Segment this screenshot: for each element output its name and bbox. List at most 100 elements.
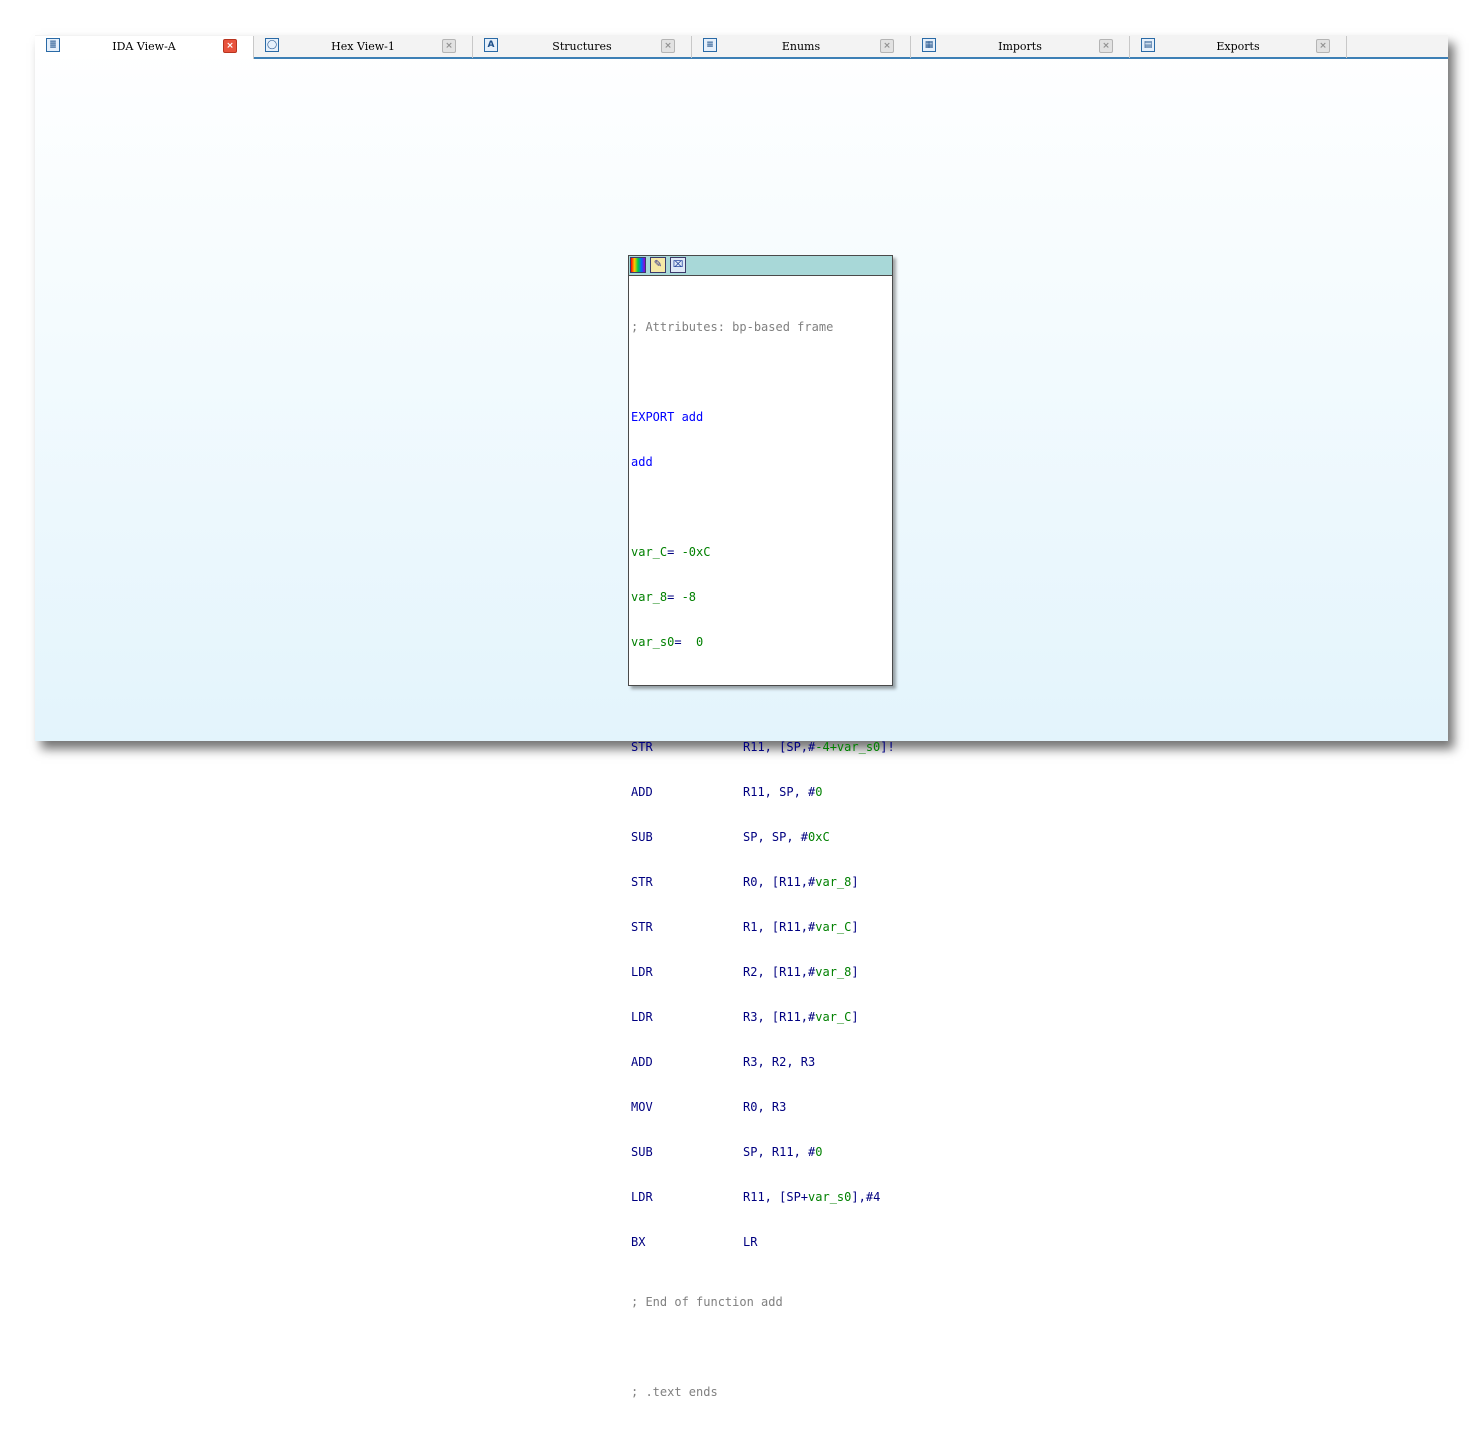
- operand: ]: [851, 965, 859, 979]
- disassembly-listing[interactable]: ; Attributes: bp-based frame EXPORT add …: [631, 290, 895, 1430]
- operand: ],#4: [851, 1190, 881, 1204]
- mnemonic: ADD: [631, 785, 653, 799]
- tab-label: Enums: [781, 40, 821, 53]
- graph-node-add[interactable]: ✎ ⌧ ; Attributes: bp-based frame EXPORT …: [628, 255, 895, 1399]
- mnemonic: SUB: [631, 830, 653, 844]
- operand: LR: [743, 1235, 758, 1249]
- var-sep: =: [667, 545, 682, 559]
- operand-symbol: var_s0: [808, 1190, 852, 1204]
- function-label[interactable]: add: [631, 455, 895, 470]
- tab-label: IDA View-A: [112, 40, 176, 53]
- operand-symbol: var_C: [815, 1010, 852, 1024]
- operand: ]: [851, 920, 859, 934]
- edit-icon[interactable]: ✎: [650, 257, 666, 273]
- tab-hex-view-1[interactable]: ◯ Hex View-1 ×: [254, 36, 473, 58]
- instruction-line[interactable]: SUB SP, SP, #0xC: [631, 830, 895, 845]
- operand-symbol: var_8: [815, 965, 852, 979]
- operand: R3, [R11,#: [743, 1010, 816, 1024]
- tab-structures[interactable]: A Structures ×: [473, 36, 692, 58]
- instruction-line[interactable]: STR R1, [R11,#var_C]: [631, 920, 895, 935]
- var-name: var_C: [631, 545, 668, 559]
- instruction-line[interactable]: BX LR: [631, 1235, 895, 1250]
- ida-main-window: ≣ IDA View-A × ◯ Hex View-1 × A Structur…: [35, 35, 1448, 1399]
- operand: SP, SP, #: [743, 830, 809, 844]
- instruction-line[interactable]: ADD R3, R2, R3: [631, 1055, 895, 1070]
- mnemonic: ADD: [631, 1055, 653, 1069]
- operand-symbol: 0: [815, 1145, 823, 1159]
- var-sep: =: [667, 590, 682, 604]
- operand: R11, SP, #: [743, 785, 816, 799]
- instruction-line[interactable]: MOV R0, R3: [631, 1100, 895, 1115]
- var-name: var_8: [631, 590, 668, 604]
- end-function-comment: ; End of function add: [631, 1295, 783, 1309]
- instruction-line[interactable]: ADD R11, SP, #0: [631, 785, 895, 800]
- stack-var-line[interactable]: var_8= -8: [631, 590, 895, 605]
- instruction-line[interactable]: LDR R2, [R11,#var_8]: [631, 965, 895, 980]
- operand: R11, [SP,#: [743, 740, 816, 754]
- instruction-line[interactable]: SUB SP, R11, #0: [631, 1145, 895, 1160]
- mnemonic: LDR: [631, 1010, 653, 1024]
- attributes-comment: ; Attributes: bp-based frame: [631, 320, 834, 334]
- tab-bar: ≣ IDA View-A × ◯ Hex View-1 × A Structur…: [35, 35, 1448, 59]
- close-icon[interactable]: ×: [661, 39, 675, 53]
- var-value: -0xC: [681, 545, 711, 559]
- var-value: -8: [681, 590, 697, 604]
- structures-icon: A: [484, 38, 498, 52]
- node-titlebar[interactable]: ✎ ⌧: [629, 256, 892, 276]
- var-sep: =: [674, 635, 697, 649]
- mnemonic: LDR: [631, 1190, 653, 1204]
- tab-ida-view-a[interactable]: ≣ IDA View-A ×: [35, 36, 254, 59]
- operand: R3, R2, R3: [743, 1055, 816, 1069]
- mnemonic: STR: [631, 740, 653, 754]
- operand: ]: [851, 1010, 859, 1024]
- text-ends-comment: ; .text ends: [631, 1385, 718, 1399]
- operand: ]!: [880, 740, 895, 754]
- mnemonic: STR: [631, 920, 653, 934]
- operand: ]: [851, 875, 859, 889]
- operand-symbol: var_C: [815, 920, 852, 934]
- tab-exports[interactable]: ▤ Exports ×: [1130, 36, 1347, 58]
- var-value: 0: [696, 635, 704, 649]
- instruction-line[interactable]: STR R0, [R11,#var_8]: [631, 875, 895, 890]
- mnemonic: LDR: [631, 965, 653, 979]
- tab-label: Exports: [1216, 40, 1260, 53]
- close-icon[interactable]: ×: [880, 39, 894, 53]
- var-name: var_s0: [631, 635, 675, 649]
- instruction-line[interactable]: LDR R3, [R11,#var_C]: [631, 1010, 895, 1025]
- export-directive[interactable]: EXPORT add: [631, 410, 895, 425]
- close-icon[interactable]: ×: [442, 39, 456, 53]
- operand-symbol: 0xC: [808, 830, 830, 844]
- tab-label: Structures: [552, 40, 612, 53]
- tab-imports[interactable]: ▦ Imports ×: [911, 36, 1130, 58]
- close-icon[interactable]: ×: [1316, 39, 1330, 53]
- mnemonic: SUB: [631, 1145, 653, 1159]
- tab-enums[interactable]: ≡ Enums ×: [692, 36, 911, 58]
- mnemonic: STR: [631, 875, 653, 889]
- operand: R11, [SP+: [743, 1190, 809, 1204]
- tab-label: Imports: [998, 40, 1042, 53]
- enums-icon: ≡: [703, 38, 717, 52]
- ida-view-icon: ≣: [46, 38, 60, 52]
- operand: R0, R3: [743, 1100, 787, 1114]
- color-icon[interactable]: [630, 257, 646, 273]
- operand-symbol: -4+var_s0: [815, 740, 881, 754]
- mnemonic: MOV: [631, 1100, 653, 1114]
- operand: R0, [R11,#: [743, 875, 816, 889]
- hex-view-icon: ◯: [265, 38, 279, 52]
- stack-var-line[interactable]: var_C= -0xC: [631, 545, 895, 560]
- instruction-line[interactable]: LDR R11, [SP+var_s0],#4: [631, 1190, 895, 1205]
- mnemonic: BX: [631, 1235, 646, 1249]
- operand: R2, [R11,#: [743, 965, 816, 979]
- close-icon[interactable]: ×: [223, 39, 237, 53]
- graph-icon[interactable]: ⌧: [670, 257, 686, 273]
- close-icon[interactable]: ×: [1099, 39, 1113, 53]
- operand-symbol: var_8: [815, 875, 852, 889]
- tab-label: Hex View-1: [331, 40, 395, 53]
- operand: R1, [R11,#: [743, 920, 816, 934]
- operand: SP, R11, #: [743, 1145, 816, 1159]
- stack-var-line[interactable]: var_s0= 0: [631, 635, 895, 650]
- exports-icon: ▤: [1141, 38, 1155, 52]
- operand-symbol: 0: [815, 785, 823, 799]
- imports-icon: ▦: [922, 38, 936, 52]
- instruction-line[interactable]: STR R11, [SP,#-4+var_s0]!: [631, 740, 895, 755]
